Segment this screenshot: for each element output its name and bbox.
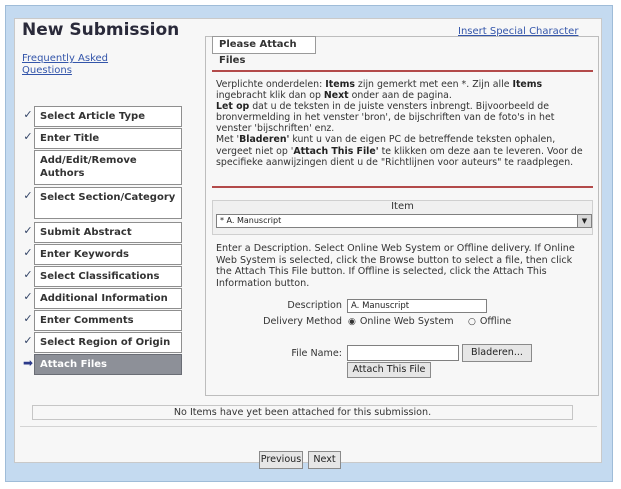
dropdown-arrow-icon[interactable]: ▼ xyxy=(577,215,591,227)
step-select-article-type[interactable]: ✓ Select Article Type xyxy=(22,106,192,127)
step-label[interactable]: Select Region of Origin xyxy=(34,332,182,353)
checkmark-icon: ✓ xyxy=(23,334,33,347)
item-header: Item xyxy=(391,201,414,212)
description-input[interactable]: A. Manuscript xyxy=(347,299,487,313)
item-select-value: * A. Manuscript xyxy=(220,216,282,225)
attach-file-button[interactable]: Attach This File xyxy=(347,362,431,378)
attach-instructions: Enter a Description. Select Online Web S… xyxy=(216,243,575,289)
step-label[interactable]: Add/Edit/Remove Authors xyxy=(34,150,182,185)
arrow-right-icon: ➡ xyxy=(22,356,34,370)
faq-link[interactable]: Frequently Asked Questions xyxy=(22,53,157,77)
delivery-method-label: Delivery Method xyxy=(263,316,342,327)
step-label[interactable]: Enter Comments xyxy=(34,310,182,331)
page-title: New Submission xyxy=(22,20,180,40)
step-label[interactable]: Enter Title xyxy=(34,128,182,149)
step-label[interactable]: Enter Keywords xyxy=(34,244,182,265)
step-mark xyxy=(22,152,34,166)
panel-title: Please Attach Files xyxy=(212,36,316,66)
item-select[interactable]: * A. Manuscript ▼ xyxy=(216,214,592,228)
radio-unselected-icon: ○ xyxy=(468,317,476,327)
instructions-text: Verplichte onderdelen: Items zijn gemerk… xyxy=(216,79,583,168)
step-additional-information[interactable]: ✓ Additional Information xyxy=(22,288,192,309)
checkmark-icon: ✓ xyxy=(23,130,33,143)
browse-button[interactable]: Bladeren... xyxy=(462,344,532,362)
step-keywords[interactable]: ✓ Enter Keywords xyxy=(22,244,192,265)
step-label[interactable]: Select Section/Category xyxy=(34,187,182,219)
step-enter-title[interactable]: ✓ Enter Title xyxy=(22,128,192,149)
checkmark-icon: ✓ xyxy=(23,224,33,237)
file-name-label: File Name: xyxy=(291,348,342,359)
step-submit-abstract[interactable]: ✓ Submit Abstract xyxy=(22,222,192,243)
step-label[interactable]: Attach Files xyxy=(34,354,182,375)
step-region-of-origin[interactable]: ✓ Select Region of Origin xyxy=(22,332,192,353)
step-label[interactable]: Additional Information xyxy=(34,288,182,309)
next-button[interactable]: Next xyxy=(308,451,341,469)
step-section-category[interactable]: ✓ Select Section/Category xyxy=(22,187,192,219)
step-label[interactable]: Submit Abstract xyxy=(34,222,182,243)
checkmark-icon: ✓ xyxy=(23,290,33,303)
step-label[interactable]: Select Classifications xyxy=(34,266,182,287)
checkmark-icon: ✓ xyxy=(23,108,33,121)
checkmark-icon: ✓ xyxy=(23,189,33,202)
checkmark-icon: ✓ xyxy=(23,268,33,281)
step-classifications[interactable]: ✓ Select Classifications xyxy=(22,266,192,287)
attachment-status: No Items have yet been attached for this… xyxy=(32,405,573,420)
file-name-input[interactable] xyxy=(347,345,459,361)
description-label: Description xyxy=(287,300,342,311)
delivery-offline-radio[interactable]: ○ Offline xyxy=(468,316,511,327)
step-attach-files[interactable]: ➡ Attach Files xyxy=(22,354,192,375)
previous-button[interactable]: Previous xyxy=(259,451,303,469)
step-label[interactable]: Select Article Type xyxy=(34,106,182,127)
checkmark-icon: ✓ xyxy=(23,246,33,259)
checkmark-icon: ✓ xyxy=(23,312,33,325)
divider xyxy=(20,426,597,427)
step-comments[interactable]: ✓ Enter Comments xyxy=(22,310,192,331)
step-authors[interactable]: Add/Edit/Remove Authors xyxy=(22,150,192,185)
delivery-online-radio[interactable]: ◉ Online Web System xyxy=(348,316,454,327)
radio-selected-icon: ◉ xyxy=(348,317,356,327)
